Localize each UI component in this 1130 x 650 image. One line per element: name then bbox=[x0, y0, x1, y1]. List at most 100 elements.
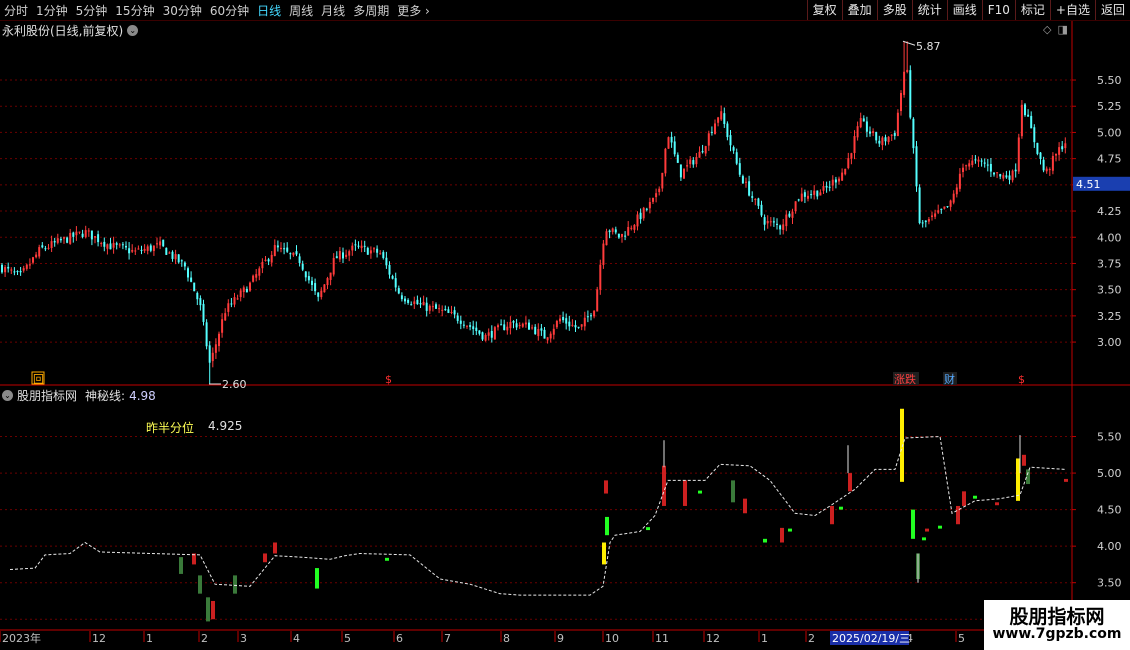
candle-body bbox=[428, 305, 431, 311]
candle-body bbox=[273, 245, 276, 257]
f10-button[interactable]: F10 bbox=[981, 0, 1015, 20]
candle-body bbox=[16, 270, 19, 272]
candle-body bbox=[884, 137, 887, 142]
add-watchlist-button[interactable]: +自选 bbox=[1049, 0, 1095, 20]
panel-toggle-icon[interactable]: ◨ bbox=[1057, 23, 1067, 36]
period-tab-weekly[interactable]: 周线 bbox=[285, 2, 317, 19]
candle-body bbox=[624, 235, 627, 237]
candle-body bbox=[661, 172, 664, 189]
candle-body bbox=[766, 220, 769, 224]
date-tick-label: 1 bbox=[761, 632, 768, 645]
multi-stock-button[interactable]: 多股 bbox=[876, 0, 912, 20]
candle-body bbox=[974, 159, 977, 161]
candle-body bbox=[838, 178, 840, 182]
candle-body bbox=[354, 244, 357, 246]
candle-body bbox=[881, 137, 884, 146]
period-tab-monthly[interactable]: 月线 bbox=[317, 2, 349, 19]
candle-body bbox=[66, 237, 69, 243]
candle-body bbox=[605, 231, 608, 246]
candle-body bbox=[679, 164, 682, 178]
candle-body bbox=[1064, 143, 1067, 149]
candle-body bbox=[921, 222, 924, 224]
candle-body bbox=[521, 323, 524, 327]
mark-button[interactable]: 标记 bbox=[1014, 0, 1050, 20]
candle-body bbox=[224, 313, 227, 321]
indicator-bar bbox=[315, 568, 319, 589]
candle-body bbox=[252, 275, 255, 282]
candle-body bbox=[540, 328, 543, 331]
candle-body bbox=[373, 248, 375, 250]
candle-body bbox=[757, 198, 760, 206]
period-tab-30min[interactable]: 30分钟 bbox=[159, 2, 206, 19]
candle-body bbox=[94, 236, 96, 238]
candle-body bbox=[698, 151, 701, 158]
period-toolbar: 分时 1分钟 5分钟 15分钟 30分钟 60分钟 日线 周线 月线 多周期 更… bbox=[0, 0, 1130, 21]
period-tab-60min[interactable]: 60分钟 bbox=[206, 2, 253, 19]
candle-body bbox=[636, 214, 639, 227]
candle-body bbox=[900, 93, 902, 112]
candle-body bbox=[1061, 146, 1064, 150]
diamond-icon[interactable]: ◇ bbox=[1043, 23, 1051, 36]
candle-body bbox=[227, 303, 230, 312]
stats-button[interactable]: 统计 bbox=[911, 0, 947, 20]
watermark-url: www.7gpzb.com bbox=[992, 626, 1122, 642]
candle-body bbox=[450, 312, 453, 314]
overlay-button[interactable]: 叠加 bbox=[841, 0, 877, 20]
candle-body bbox=[800, 193, 803, 202]
candle-body bbox=[376, 248, 379, 253]
candle-body bbox=[146, 246, 149, 251]
candle-body bbox=[667, 137, 670, 149]
candle-body bbox=[239, 290, 242, 298]
candle-body bbox=[233, 297, 236, 305]
candle-body bbox=[416, 299, 419, 305]
candle-body bbox=[379, 253, 382, 255]
candle-body bbox=[729, 135, 732, 146]
indicator-bar bbox=[925, 528, 929, 532]
date-tick-label: 8 bbox=[503, 632, 510, 645]
more-periods-button[interactable]: 更多 › bbox=[393, 2, 434, 19]
price-tick-label: 3.75 bbox=[1097, 257, 1122, 270]
candle-body bbox=[438, 308, 441, 310]
candle-body bbox=[394, 278, 397, 288]
candle-body bbox=[1048, 169, 1051, 171]
chevron-down-icon[interactable]: ⌄ bbox=[127, 25, 139, 36]
draw-line-button[interactable]: 画线 bbox=[946, 0, 982, 20]
indicator-bar bbox=[1016, 458, 1020, 501]
candle-body bbox=[903, 71, 906, 95]
back-button[interactable]: 返回 bbox=[1094, 0, 1130, 20]
candle-body bbox=[503, 324, 506, 331]
candle-body bbox=[704, 146, 707, 154]
period-tab-daily[interactable]: 日线 bbox=[253, 2, 285, 19]
candle-body bbox=[816, 190, 819, 197]
candle-body bbox=[537, 329, 540, 337]
candle-body bbox=[723, 113, 726, 125]
candle-body bbox=[338, 250, 341, 260]
candle-body bbox=[159, 241, 162, 246]
chevron-down-icon[interactable]: ⌄ bbox=[2, 390, 13, 401]
candle-body bbox=[865, 121, 868, 132]
current-price-label: 4.51 bbox=[1076, 178, 1101, 191]
candle-body bbox=[949, 200, 952, 207]
stock-chart[interactable]: 5.50 5.25 5.00 4.75 4.50 4.25 4.00 3.75 3.50 3.25… bbox=[0, 0, 1130, 650]
candle-body bbox=[689, 159, 692, 165]
candle-body bbox=[487, 332, 490, 336]
candle-body bbox=[993, 172, 995, 175]
indicator-bar bbox=[1026, 469, 1030, 485]
candle-body bbox=[559, 318, 561, 322]
candle-body bbox=[441, 309, 444, 311]
candle-body bbox=[912, 118, 915, 149]
period-tab-1min[interactable]: 1分钟 bbox=[32, 2, 72, 19]
period-tab-5min[interactable]: 5分钟 bbox=[72, 2, 112, 19]
candle-body bbox=[335, 256, 338, 259]
indicator-tick-label: 5.50 bbox=[1097, 431, 1122, 444]
candle-body bbox=[590, 315, 592, 317]
candle-body bbox=[593, 310, 596, 317]
candle-body bbox=[342, 252, 344, 259]
candle-body bbox=[875, 131, 878, 141]
candle-body bbox=[1051, 156, 1054, 171]
period-tab-multi[interactable]: 多周期 bbox=[349, 2, 393, 19]
period-tab-15min[interactable]: 15分钟 bbox=[111, 2, 158, 19]
period-tab-timeshare[interactable]: 分时 bbox=[0, 2, 32, 19]
adjust-button[interactable]: 复权 bbox=[806, 0, 842, 20]
indicator-bar bbox=[198, 575, 202, 594]
